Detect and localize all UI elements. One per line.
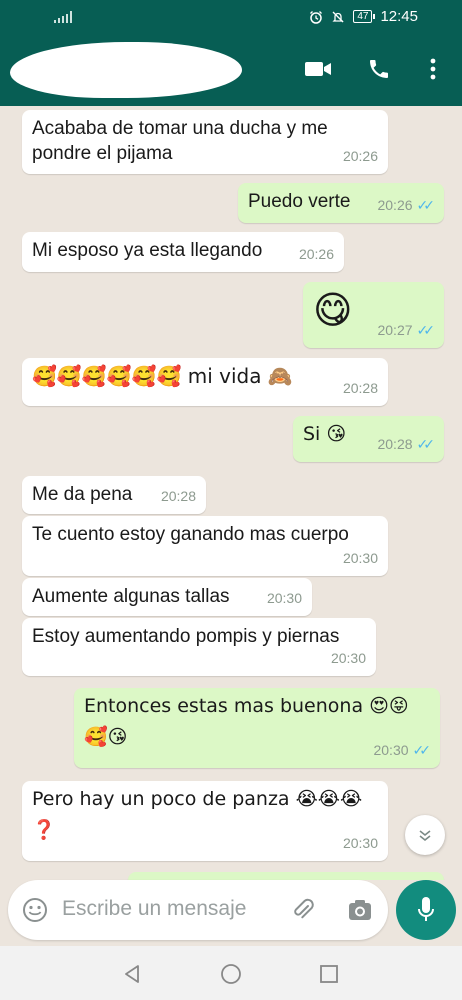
- message-outgoing[interactable]: Puedo verte 20:26 ✓✓: [238, 183, 444, 223]
- phone-icon[interactable]: [364, 54, 394, 84]
- mic-button[interactable]: [396, 880, 456, 940]
- signal-icon: [54, 11, 72, 23]
- read-receipt-icon: ✓✓: [416, 322, 436, 338]
- message-emoji: 😋: [313, 288, 353, 332]
- message-time: 20:30: [373, 742, 409, 758]
- message-text: Pero hay un poco de panza 😭😭😭: [32, 788, 363, 810]
- home-nav-icon[interactable]: [219, 962, 243, 986]
- message-time: 20:30: [266, 590, 302, 606]
- recents-nav-icon[interactable]: [317, 962, 341, 986]
- message-time: 20:28: [160, 488, 196, 504]
- message-text: Acababa de tomar una ducha y me pondre e…: [32, 118, 328, 164]
- message-outgoing-partial[interactable]: [128, 872, 444, 880]
- status-time: 12:45: [380, 8, 418, 25]
- message-text: Aumente algunas tallas: [32, 586, 230, 607]
- message-incoming[interactable]: Pero hay un poco de panza 😭😭😭 ❓ 20:30: [22, 781, 388, 861]
- back-nav-icon[interactable]: [120, 962, 144, 986]
- message-incoming[interactable]: Me da pena 20:28: [22, 476, 206, 514]
- attach-icon[interactable]: [288, 895, 318, 925]
- message-time: 20:26: [298, 246, 334, 262]
- message-text: Entonces estas mas buenona 😍😝: [84, 695, 409, 717]
- mic-icon: [418, 897, 434, 921]
- message-time: 20:30: [330, 650, 366, 666]
- message-text: Mi esposo ya esta llegando: [32, 240, 263, 261]
- message-incoming[interactable]: Mi esposo ya esta llegando 20:26: [22, 232, 344, 272]
- message-text: Te cuento estoy ganando mas cuerpo: [32, 524, 349, 545]
- message-time: 20:30: [342, 550, 378, 566]
- status-right: 47 12:45: [309, 8, 418, 25]
- message-incoming[interactable]: 🥰🥰🥰🥰🥰🥰 mi vida 🙈 20:28: [22, 358, 388, 406]
- message-text-line2: ❓: [32, 819, 56, 841]
- read-receipt-icon: ✓✓: [416, 197, 436, 213]
- system-nav-bar: [0, 946, 462, 1000]
- read-receipt-icon: ✓✓: [412, 742, 432, 758]
- message-time: 20:26: [342, 148, 378, 164]
- chat-header: [0, 34, 462, 106]
- message-incoming[interactable]: Te cuento estoy ganando mas cuerpo 20:30: [22, 516, 388, 576]
- battery-indicator: 47: [353, 10, 376, 23]
- message-incoming[interactable]: Acababa de tomar una ducha y me pondre e…: [22, 110, 388, 174]
- message-outgoing[interactable]: Si 😘 20:28 ✓✓: [293, 416, 444, 462]
- message-text: Si 😘: [303, 423, 347, 445]
- chat-area[interactable]: Acababa de tomar una ducha y me pondre e…: [0, 106, 462, 880]
- message-input[interactable]: Escribe un mensaje: [62, 897, 246, 921]
- more-options-icon[interactable]: [418, 54, 448, 84]
- message-text: Me da pena: [32, 484, 133, 505]
- message-text: Estoy aumentando pompis y piernas: [32, 626, 340, 647]
- message-incoming[interactable]: Estoy aumentando pompis y piernas 20:30: [22, 618, 376, 676]
- status-bar: 47 12:45: [0, 0, 462, 34]
- message-time: 20:28: [342, 380, 378, 396]
- camera-icon[interactable]: [345, 895, 375, 925]
- message-outgoing[interactable]: Entonces estas mas buenona 😍😝 🥰😘 20:30 ✓✓: [74, 688, 440, 768]
- message-outgoing[interactable]: 😋 20:27 ✓✓: [303, 282, 444, 348]
- message-time: 20:26: [377, 197, 413, 213]
- contact-name-redacted[interactable]: [10, 42, 242, 98]
- message-time: 20:30: [342, 835, 378, 851]
- emoji-icon[interactable]: [20, 895, 50, 925]
- chevron-down-icon: [419, 830, 431, 842]
- message-incoming[interactable]: Aumente algunas tallas 20:30: [22, 578, 312, 616]
- message-time: 20:28: [377, 436, 413, 452]
- video-call-icon[interactable]: [303, 54, 333, 84]
- mute-icon: [332, 11, 344, 22]
- message-text: 🥰🥰🥰🥰🥰🥰 mi vida 🙈: [32, 364, 293, 388]
- message-input-bar[interactable]: Escribe un mensaje: [8, 880, 388, 940]
- message-text: Puedo verte: [248, 191, 351, 212]
- alarm-icon: [310, 10, 323, 24]
- message-time: 20:27: [377, 322, 413, 338]
- read-receipt-icon: ✓✓: [416, 436, 436, 452]
- scroll-to-bottom-button[interactable]: [405, 815, 445, 855]
